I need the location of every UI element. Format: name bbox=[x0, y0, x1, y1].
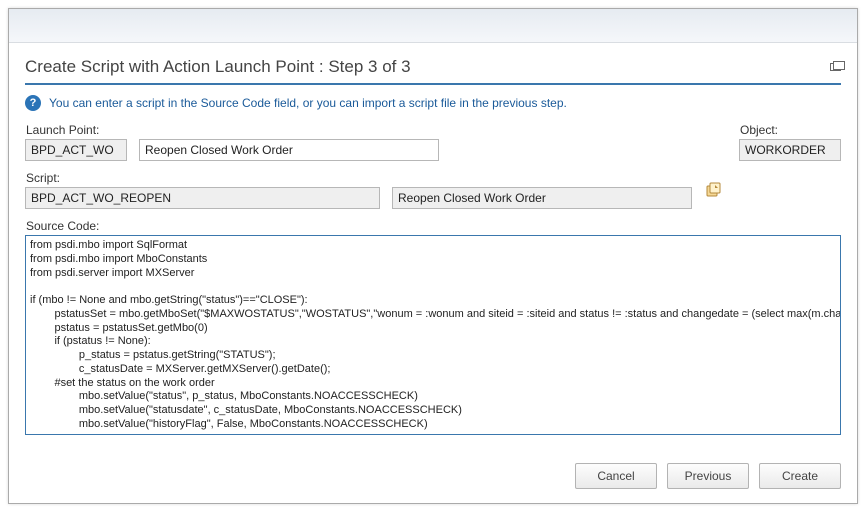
create-button[interactable]: Create bbox=[759, 463, 841, 489]
launch-point-desc-field[interactable] bbox=[139, 139, 439, 161]
lookup-icon[interactable] bbox=[704, 181, 722, 199]
source-code-group: Source Code: bbox=[25, 219, 841, 435]
cancel-button[interactable]: Cancel bbox=[575, 463, 657, 489]
dialog-body: Create Script with Action Launch Point :… bbox=[9, 43, 857, 447]
dialog-chrome-strip bbox=[9, 9, 857, 43]
dialog: Create Script with Action Launch Point :… bbox=[8, 8, 858, 504]
info-text: You can enter a script in the Source Cod… bbox=[49, 96, 567, 110]
page-title-row: Create Script with Action Launch Point :… bbox=[25, 53, 841, 85]
script-desc-field[interactable] bbox=[392, 187, 692, 209]
launchpoint-row: Launch Point: Object: bbox=[25, 123, 841, 161]
button-bar: Cancel Previous Create bbox=[9, 447, 857, 503]
restore-window-icon[interactable] bbox=[830, 63, 841, 71]
previous-button[interactable]: Previous bbox=[667, 463, 749, 489]
script-row: Script: bbox=[25, 171, 841, 209]
launch-point-id-field[interactable] bbox=[25, 139, 127, 161]
source-code-textarea[interactable] bbox=[25, 235, 841, 435]
object-label: Object: bbox=[739, 123, 841, 137]
info-icon: ? bbox=[25, 95, 41, 111]
script-id-field[interactable] bbox=[25, 187, 380, 209]
launch-point-label: Launch Point: bbox=[25, 123, 127, 137]
object-field[interactable] bbox=[739, 139, 841, 161]
page-title: Create Script with Action Launch Point :… bbox=[25, 57, 411, 77]
source-code-label: Source Code: bbox=[25, 219, 841, 233]
script-label: Script: bbox=[25, 171, 380, 185]
info-bar: ? You can enter a script in the Source C… bbox=[25, 85, 841, 123]
